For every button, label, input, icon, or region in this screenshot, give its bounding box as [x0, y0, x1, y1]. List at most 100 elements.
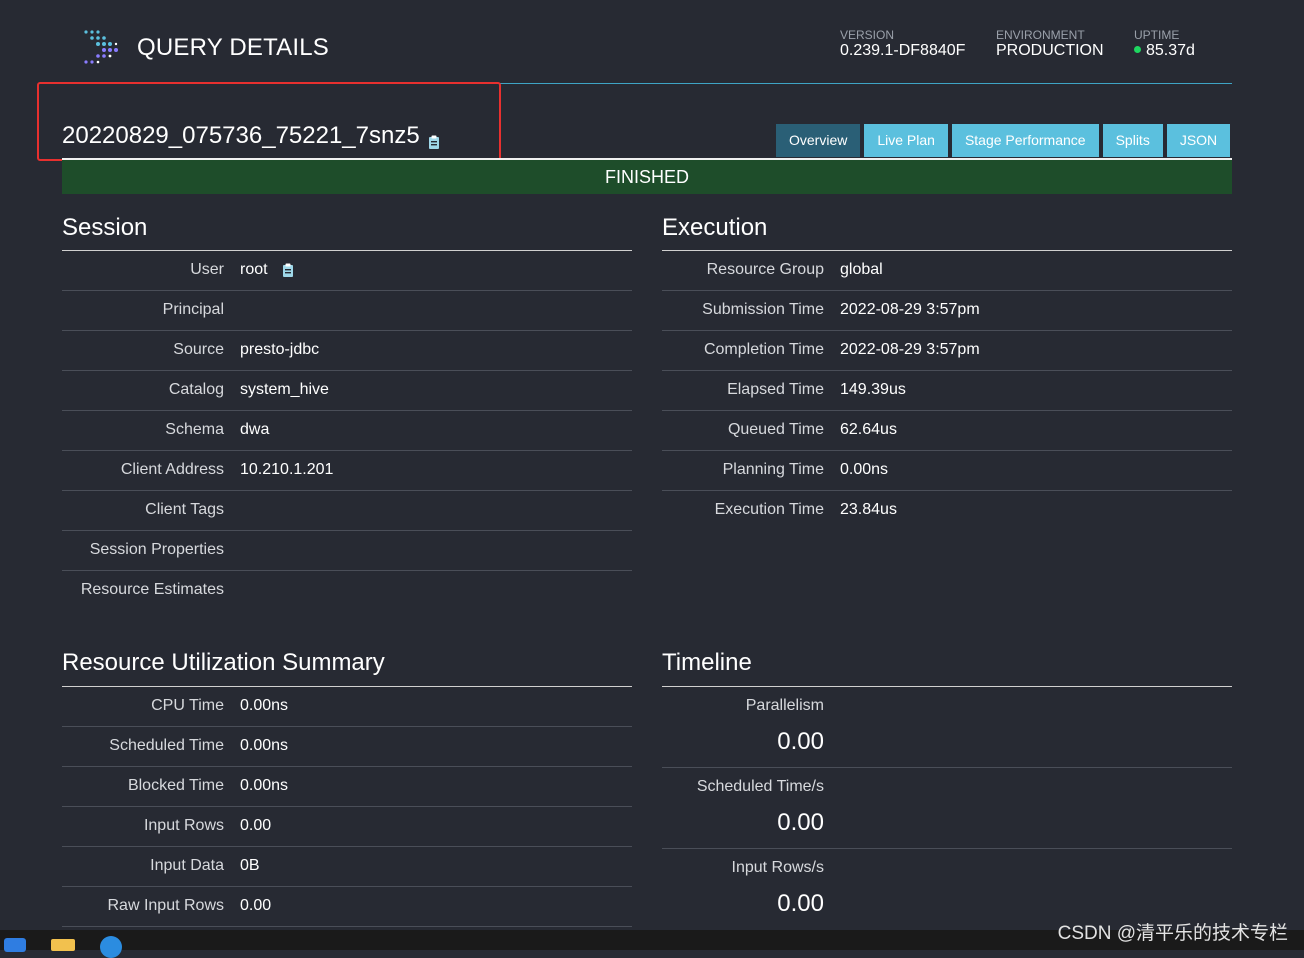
tab-overview[interactable]: Overview [776, 124, 861, 157]
timeline-key: Input Rows/s [731, 859, 824, 876]
row-key: Completion Time [703, 341, 824, 358]
table-row: Schema dwa [62, 411, 632, 451]
row-key: Raw Input Rows [107, 897, 225, 914]
row-key: User [190, 261, 224, 278]
execution-title: Execution [662, 214, 768, 241]
row-value: 0.00ns [240, 737, 289, 754]
watermark-text: CSDN @清平乐的技术专栏 [1057, 923, 1288, 944]
table-row: Submission Time 2022-08-29 3:57pm [662, 291, 1232, 331]
row-key: Schema [165, 421, 224, 438]
row-key: Client Tags [145, 501, 224, 518]
row-key: Queued Time [727, 421, 824, 438]
environment-label: ENVIRONMENT [996, 28, 1085, 42]
table-row: Execution Time 23.84us [662, 491, 1232, 531]
row-value: 0.00ns [840, 461, 889, 478]
table-row: Queued Time 62.64us [662, 411, 1232, 451]
timeline-item: Parallelism 0.00 [662, 687, 1232, 768]
row-value: 10.210.1.201 [240, 461, 334, 478]
row-value: dwa [240, 421, 270, 438]
row-value: root [240, 261, 268, 278]
folder-icon[interactable] [51, 939, 75, 951]
row-key: Client Address [120, 461, 224, 478]
row-value: 0B [240, 857, 260, 874]
status-dot-icon [1134, 46, 1141, 53]
row-key: Resource Estimates [80, 581, 224, 598]
table-row: Input Data 0B [62, 847, 632, 887]
row-value: global [840, 261, 883, 278]
row-key: Source [173, 341, 224, 358]
row-value: 2022-08-29 3:57pm [840, 301, 980, 318]
uptime-label: UPTIME [1134, 28, 1180, 42]
row-key: Principal [162, 301, 224, 318]
tab-live-plan[interactable]: Live Plan [864, 124, 948, 157]
header-divider [500, 83, 1232, 84]
row-value: 62.64us [840, 421, 897, 438]
tab-stage-performance[interactable]: Stage Performance [951, 124, 1099, 157]
timeline-item: Scheduled Time/s 0.00 [662, 768, 1232, 849]
clipboard-icon[interactable] [426, 129, 442, 149]
row-key: Catalog [168, 381, 224, 398]
clipboard-icon[interactable] [280, 262, 296, 278]
query-id: 20220829_075736_75221_7snz5 [62, 122, 442, 150]
timeline-key: Scheduled Time/s [696, 778, 824, 795]
table-row: Elapsed Time 149.39us [662, 371, 1232, 411]
row-value: system_hive [240, 381, 329, 398]
version-stat: VERSION 0.239.1-DF8840F [840, 28, 965, 60]
row-key: Scheduled Time [109, 737, 224, 754]
row-value: 2022-08-29 3:57pm [840, 341, 980, 358]
timeline-key: Parallelism [745, 697, 824, 714]
timeline-value: 0.00 [777, 809, 824, 836]
row-value: 23.84us [840, 501, 897, 518]
row-key: Planning Time [722, 461, 824, 478]
table-row: Resource Estimates [62, 571, 632, 611]
table-row: Resource Group global [662, 251, 1232, 291]
table-row: Catalog system_hive [62, 371, 632, 411]
tab-splits[interactable]: Splits [1102, 124, 1163, 157]
table-row: Planning Time 0.00ns [662, 451, 1232, 491]
row-key: Elapsed Time [727, 381, 824, 398]
table-row: Principal [62, 291, 632, 331]
query-status-bar: FINISHED [62, 158, 1232, 194]
session-table: User root Principal Source presto-jdbc C… [62, 251, 632, 611]
query-id-text: 20220829_075736_75221_7snz5 [62, 122, 420, 149]
table-row: Source presto-jdbc [62, 331, 632, 371]
row-value: 0.00 [240, 817, 272, 834]
browser-icon[interactable] [100, 936, 122, 958]
row-value: presto-jdbc [240, 341, 320, 358]
row-key: Input Data [150, 857, 224, 874]
table-row: Blocked Time 0.00ns [62, 767, 632, 807]
session-title: Session [62, 214, 148, 241]
uptime-stat: UPTIME 85.37d [1134, 28, 1195, 60]
table-row: Client Tags [62, 491, 632, 531]
row-value: 0.00 [240, 897, 272, 914]
table-row: Input Rows 0.00 [62, 807, 632, 847]
uptime-value: 85.37d [1146, 42, 1195, 59]
timeline-title: Timeline [662, 649, 752, 676]
resource-utilization-table: CPU Time 0.00ns Scheduled Time 0.00ns Bl… [62, 687, 632, 927]
row-key: Execution Time [714, 501, 824, 518]
table-row: User root [62, 251, 632, 291]
timeline-table: Parallelism 0.00 Scheduled Time/s 0.00 I… [662, 687, 1232, 930]
timeline-value: 0.00 [777, 890, 824, 917]
row-value: 0.00ns [240, 697, 289, 714]
table-row: Client Address 10.210.1.201 [62, 451, 632, 491]
version-label: VERSION [840, 28, 895, 42]
version-value: 0.239.1-DF8840F [840, 42, 966, 59]
app-title: QUERY DETAILS [137, 34, 329, 61]
table-row: Scheduled Time 0.00ns [62, 727, 632, 767]
table-row: CPU Time 0.00ns [62, 687, 632, 727]
row-key: Blocked Time [127, 777, 224, 794]
timeline-value: 0.00 [777, 728, 824, 755]
table-row: Completion Time 2022-08-29 3:57pm [662, 331, 1232, 371]
row-key: Session Properties [89, 541, 224, 558]
environment-stat: ENVIRONMENT PRODUCTION [996, 28, 1104, 60]
row-key: Submission Time [702, 301, 824, 318]
row-value: 0.00ns [240, 777, 289, 794]
row-value: 149.39us [840, 381, 906, 398]
row-key: CPU Time [151, 697, 224, 714]
environment-value: PRODUCTION [996, 42, 1104, 59]
resource-utilization-title: Resource Utilization Summary [62, 649, 385, 676]
presto-logo [82, 29, 124, 65]
tab-json[interactable]: JSON [1166, 124, 1231, 157]
tab-bar: Overview Live Plan Stage Performance Spl… [776, 124, 1231, 157]
